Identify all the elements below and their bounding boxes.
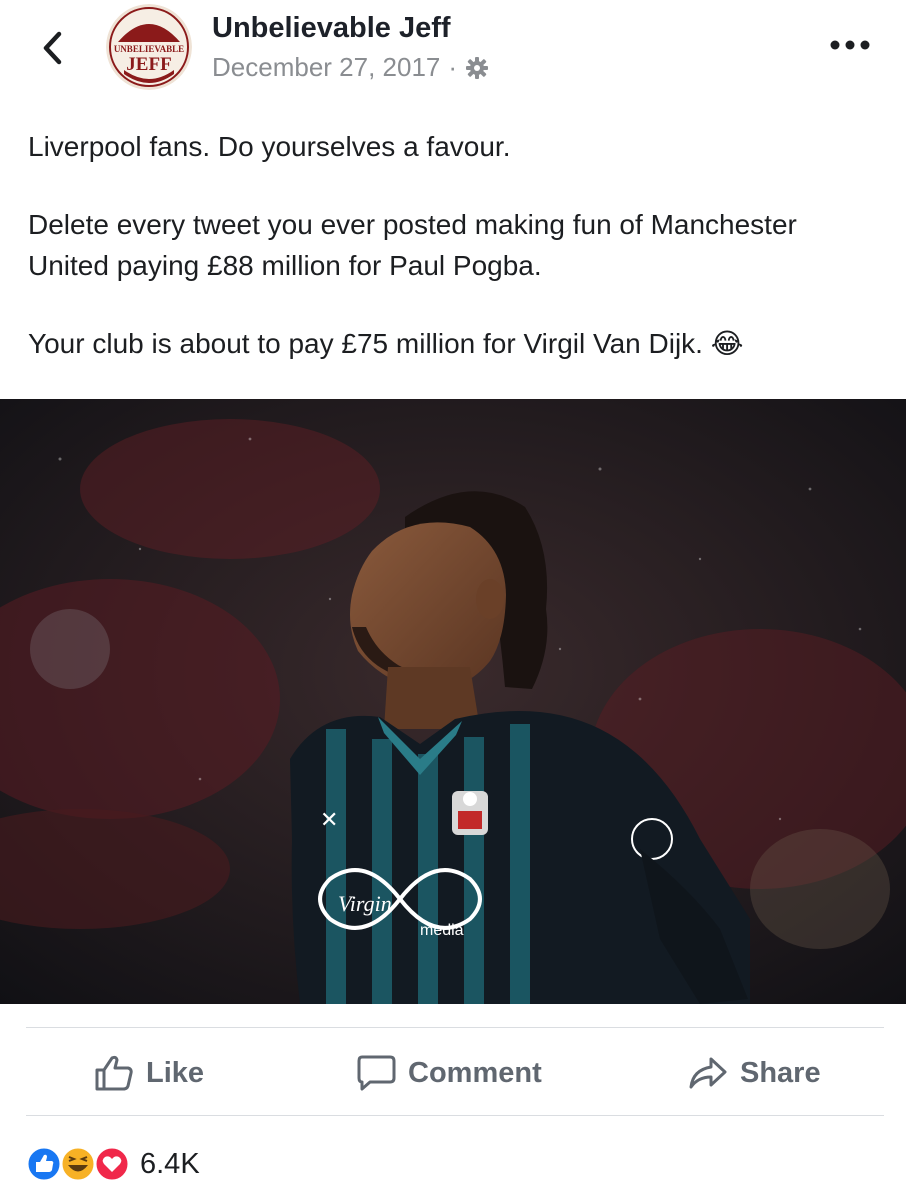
divider-top	[26, 1027, 884, 1028]
post-paragraph-1: Liverpool fans. Do yourselves a favour.	[28, 131, 511, 162]
avatar-logo-image: UNBELIEVABLE JEFF	[106, 4, 192, 90]
share-label: Share	[740, 1056, 821, 1089]
football-player-image: ✕ Virgin media	[0, 399, 906, 1004]
post-paragraph-3: Your club is about to pay £75 million fo…	[28, 323, 888, 364]
meta-separator: ·	[448, 52, 458, 82]
laughing-emoji-icon: 😂	[710, 328, 744, 359]
chevron-left-icon	[43, 31, 62, 65]
svg-text:UNBELIEVABLE: UNBELIEVABLE	[114, 44, 184, 54]
thumbs-up-icon	[95, 1055, 133, 1091]
haha-reaction-icon	[59, 1145, 97, 1183]
back-button[interactable]	[30, 26, 74, 70]
share-arrow-icon	[689, 1057, 727, 1089]
like-reaction-icon	[25, 1145, 63, 1183]
comment-bubble-icon	[357, 1055, 396, 1091]
avatar[interactable]: UNBELIEVABLE JEFF	[106, 4, 192, 90]
post-text: Liverpool fans. Do yourselves a favour. …	[28, 126, 888, 364]
svg-text:media: media	[420, 922, 464, 939]
love-reaction-icon	[93, 1145, 131, 1183]
reaction-count[interactable]: 6.4K	[140, 1148, 200, 1181]
comment-label: Comment	[408, 1056, 542, 1089]
post-meta: December 27, 2017 ·	[212, 52, 489, 83]
comment-button[interactable]: Comment	[356, 1030, 542, 1116]
post-header: UNBELIEVABLE JEFF Unbelievable Jeff Dece…	[0, 0, 906, 110]
reaction-icons	[25, 1144, 134, 1184]
svg-text:Virgin: Virgin	[338, 891, 392, 916]
svg-text:✕: ✕	[320, 808, 338, 833]
post-date[interactable]: December 27, 2017	[212, 52, 440, 83]
svg-text:JEFF: JEFF	[126, 54, 171, 75]
ellipsis-icon	[830, 40, 870, 50]
post-paragraph-2: Delete every tweet you ever posted makin…	[28, 209, 797, 281]
like-button[interactable]: Like	[94, 1030, 204, 1116]
page-name-link[interactable]: Unbelievable Jeff	[212, 12, 451, 45]
reaction-summary[interactable]: 6.4K	[25, 1140, 200, 1188]
post-paragraph-3-text: Your club is about to pay £75 million fo…	[28, 328, 703, 359]
action-bar: Like Comment Share	[0, 1030, 906, 1116]
divider-bottom	[26, 1115, 884, 1116]
share-button[interactable]: Share	[688, 1030, 821, 1116]
post-photo[interactable]: ✕ Virgin media	[0, 399, 906, 1004]
more-options-button[interactable]	[820, 30, 880, 60]
like-label: Like	[146, 1056, 205, 1089]
public-gear-icon	[466, 56, 489, 79]
